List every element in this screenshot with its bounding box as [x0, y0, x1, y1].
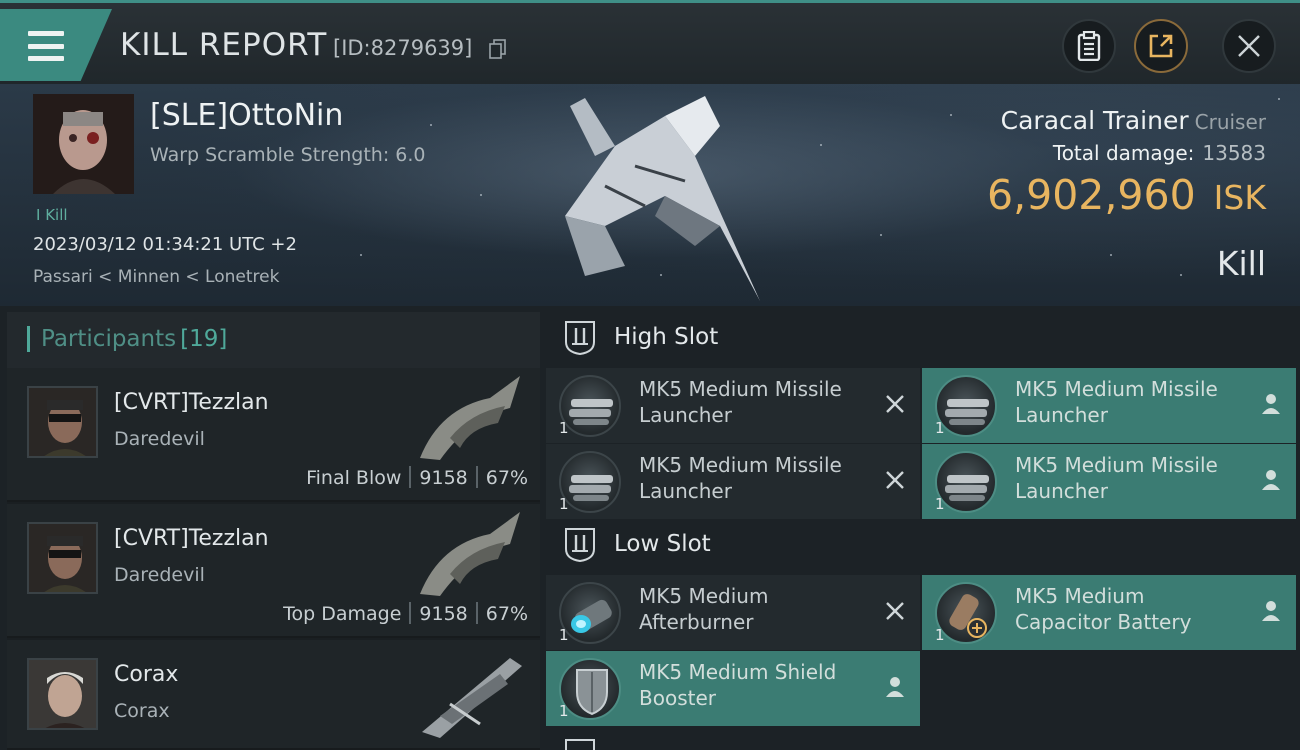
- high-slot-title: High Slot: [614, 324, 719, 350]
- participants-title: Participants: [41, 326, 177, 352]
- module-name: MK5 Medium Capacitor Battery: [1015, 584, 1192, 634]
- participant-percent: 67%: [485, 467, 528, 489]
- participant-row[interactable]: [CVRT]Tezzlan Daredevil Final Blow 9158 67…: [7, 368, 540, 502]
- menu-icon: [28, 31, 64, 61]
- total-damage-label: Total damage:: [1052, 141, 1195, 165]
- participant-avatar[interactable]: [27, 658, 98, 730]
- kill-tag: I Kill: [36, 206, 68, 224]
- warp-scramble-strength: Warp Scramble Strength: 6.0: [150, 144, 426, 166]
- copy-icon[interactable]: [489, 39, 507, 59]
- module-name: MK5 Medium Afterburner: [639, 584, 769, 634]
- destroyed-x-icon: [886, 471, 904, 489]
- participant-percent: 67%: [485, 603, 528, 625]
- destroyed-x-icon: [886, 395, 904, 413]
- participant-name: Corax: [114, 662, 179, 687]
- participant-name: [CVRT]Tezzlan: [114, 526, 269, 551]
- menu-button[interactable]: [0, 9, 112, 81]
- low-slot-title: Low Slot: [614, 531, 711, 557]
- module-item[interactable]: 1 MK5 Medium Capacitor Battery: [922, 575, 1296, 650]
- module-name: MK5 Medium Missile Launcher: [639, 377, 842, 427]
- victim-ship-image: [565, 96, 760, 301]
- module-quantity: 1: [935, 626, 945, 644]
- clipboard-button[interactable]: [1062, 19, 1116, 73]
- kill-result: Kill: [1216, 244, 1266, 283]
- participant-damage: 9158: [419, 603, 468, 625]
- kill-location: Passari < Minnen < Lonetrek: [33, 267, 280, 287]
- destroyed-x-icon: [886, 602, 904, 620]
- low-slot-icon: [565, 528, 595, 563]
- module-item[interactable]: 1 MK5 Medium Afterburner: [546, 575, 920, 650]
- isk-amount: 6,902,960: [987, 171, 1196, 219]
- module-item[interactable]: 1 MK5 Medium Missile Launcher: [922, 444, 1296, 519]
- share-button[interactable]: [1134, 19, 1188, 73]
- module-item[interactable]: 1 MK5 Medium Missile Launcher: [546, 368, 920, 443]
- participant-stats: Final Blow 9158 67%: [306, 466, 528, 489]
- report-id: [ID:8279639]: [333, 36, 473, 60]
- participant-role: Top Damage: [283, 603, 402, 625]
- module-quantity: 1: [559, 626, 569, 644]
- participant-avatar[interactable]: [27, 386, 98, 458]
- participant-avatar[interactable]: [27, 522, 98, 594]
- participant-ship: Corax: [114, 700, 170, 722]
- page-title: KILL REPORT: [120, 27, 328, 63]
- isk-value: 6,902,960 ISK: [987, 171, 1266, 219]
- person-icon: [1262, 394, 1280, 414]
- total-damage-value: 13583: [1202, 141, 1266, 165]
- participant-row[interactable]: [CVRT]Tezzlan Daredevil Top Damage 9158 67…: [7, 504, 540, 638]
- kill-timestamp: 2023/03/12 01:34:21 UTC +2: [33, 234, 297, 255]
- participant-ship: Daredevil: [114, 428, 205, 450]
- high-slot-icon: [565, 321, 595, 356]
- person-icon: [1262, 601, 1280, 621]
- module-item[interactable]: 1 MK5 Medium Missile Launcher: [546, 444, 920, 519]
- slot-icon: [565, 739, 595, 750]
- module-quantity: 1: [559, 495, 569, 513]
- participants-count: [19]: [180, 326, 228, 352]
- module-name: MK5 Medium Shield Booster: [639, 660, 837, 710]
- participant-role: Final Blow: [306, 467, 402, 489]
- participant-row[interactable]: Corax Corax: [7, 640, 540, 750]
- close-button[interactable]: [1222, 19, 1276, 73]
- module-quantity: 1: [559, 419, 569, 437]
- victim-ship-class: Cruiser: [1194, 110, 1266, 134]
- isk-unit: ISK: [1213, 178, 1266, 217]
- victim-ship[interactable]: Caracal Trainer Cruiser: [1001, 106, 1266, 135]
- total-damage: Total damage: 13583: [1053, 141, 1266, 165]
- module-quantity: 1: [935, 495, 945, 513]
- share-icon: [1149, 34, 1173, 58]
- participants-panel: Participants [19] [CVRT]Tezzlan Daredevil…: [7, 312, 540, 750]
- next-slot-header: [546, 730, 1296, 750]
- victim-avatar[interactable]: [33, 94, 134, 194]
- participant-stats: Top Damage 9158 67%: [283, 602, 528, 625]
- victim-ship-name: Caracal Trainer: [1000, 106, 1189, 135]
- participant-damage: 9158: [419, 467, 468, 489]
- module-quantity: 1: [935, 419, 945, 437]
- victim-summary: [SLE]OttoNin Warp Scramble Strength: 6.0…: [0, 84, 1300, 306]
- clipboard-icon: [1077, 31, 1101, 61]
- module-name: MK5 Medium Missile Launcher: [1015, 377, 1218, 427]
- participant-ship: Daredevil: [114, 564, 205, 586]
- module-name: MK5 Medium Missile Launcher: [1015, 453, 1218, 503]
- close-icon: [1238, 35, 1260, 57]
- person-icon: [886, 677, 904, 697]
- module-item[interactable]: 1 MK5 Medium Shield Booster: [546, 651, 920, 726]
- participants-header: Participants [19]: [7, 312, 540, 368]
- module-name: MK5 Medium Missile Launcher: [639, 453, 842, 503]
- header-bar: KILL REPORT [ID:8279639]: [0, 0, 1300, 84]
- low-slot-header: Low Slot: [546, 519, 1296, 575]
- module-quantity: 1: [559, 702, 569, 720]
- participant-name: [CVRT]Tezzlan: [114, 390, 269, 415]
- module-item[interactable]: 1 MK5 Medium Missile Launcher: [922, 368, 1296, 443]
- high-slot-header: High Slot: [546, 312, 1296, 368]
- participant-ship-image: [422, 658, 522, 738]
- participant-ship-image: [420, 512, 520, 596]
- victim-name[interactable]: [SLE]OttoNin: [150, 98, 343, 133]
- person-icon: [1262, 470, 1280, 490]
- participant-ship-image: [420, 376, 520, 460]
